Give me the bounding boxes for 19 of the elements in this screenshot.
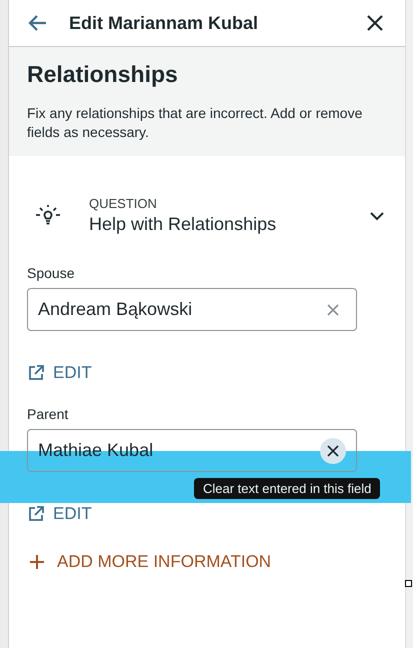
edit-link[interactable]: EDIT: [27, 504, 92, 524]
section-description: Fix any relationships that are incorrect. Add or remove fields as necessary.: [27, 104, 364, 142]
plus-icon: [29, 554, 45, 570]
field-label: Parent: [27, 406, 70, 422]
panel-title: Edit Mariannam Kubal: [69, 12, 260, 34]
lightbulb-icon: [35, 204, 61, 228]
input-field[interactable]: Andream Bąkowski: [27, 288, 357, 331]
field-label: Spouse: [27, 265, 76, 281]
close-icon[interactable]: [365, 13, 385, 33]
tooltip: Clear text entered in this field: [194, 478, 380, 499]
clear-icon[interactable]: [320, 438, 346, 464]
external-link-icon: [27, 505, 45, 523]
edit-link[interactable]: EDIT: [27, 363, 92, 383]
question-title: Help with Relationships: [89, 214, 278, 235]
external-link-icon: [27, 364, 45, 382]
resize-handle-icon[interactable]: [405, 580, 412, 587]
add-more-button[interactable]: ADD MORE INFORMATION: [29, 552, 272, 572]
question-label: QUESTION: [89, 196, 158, 211]
section-title: Relationships: [27, 61, 179, 88]
